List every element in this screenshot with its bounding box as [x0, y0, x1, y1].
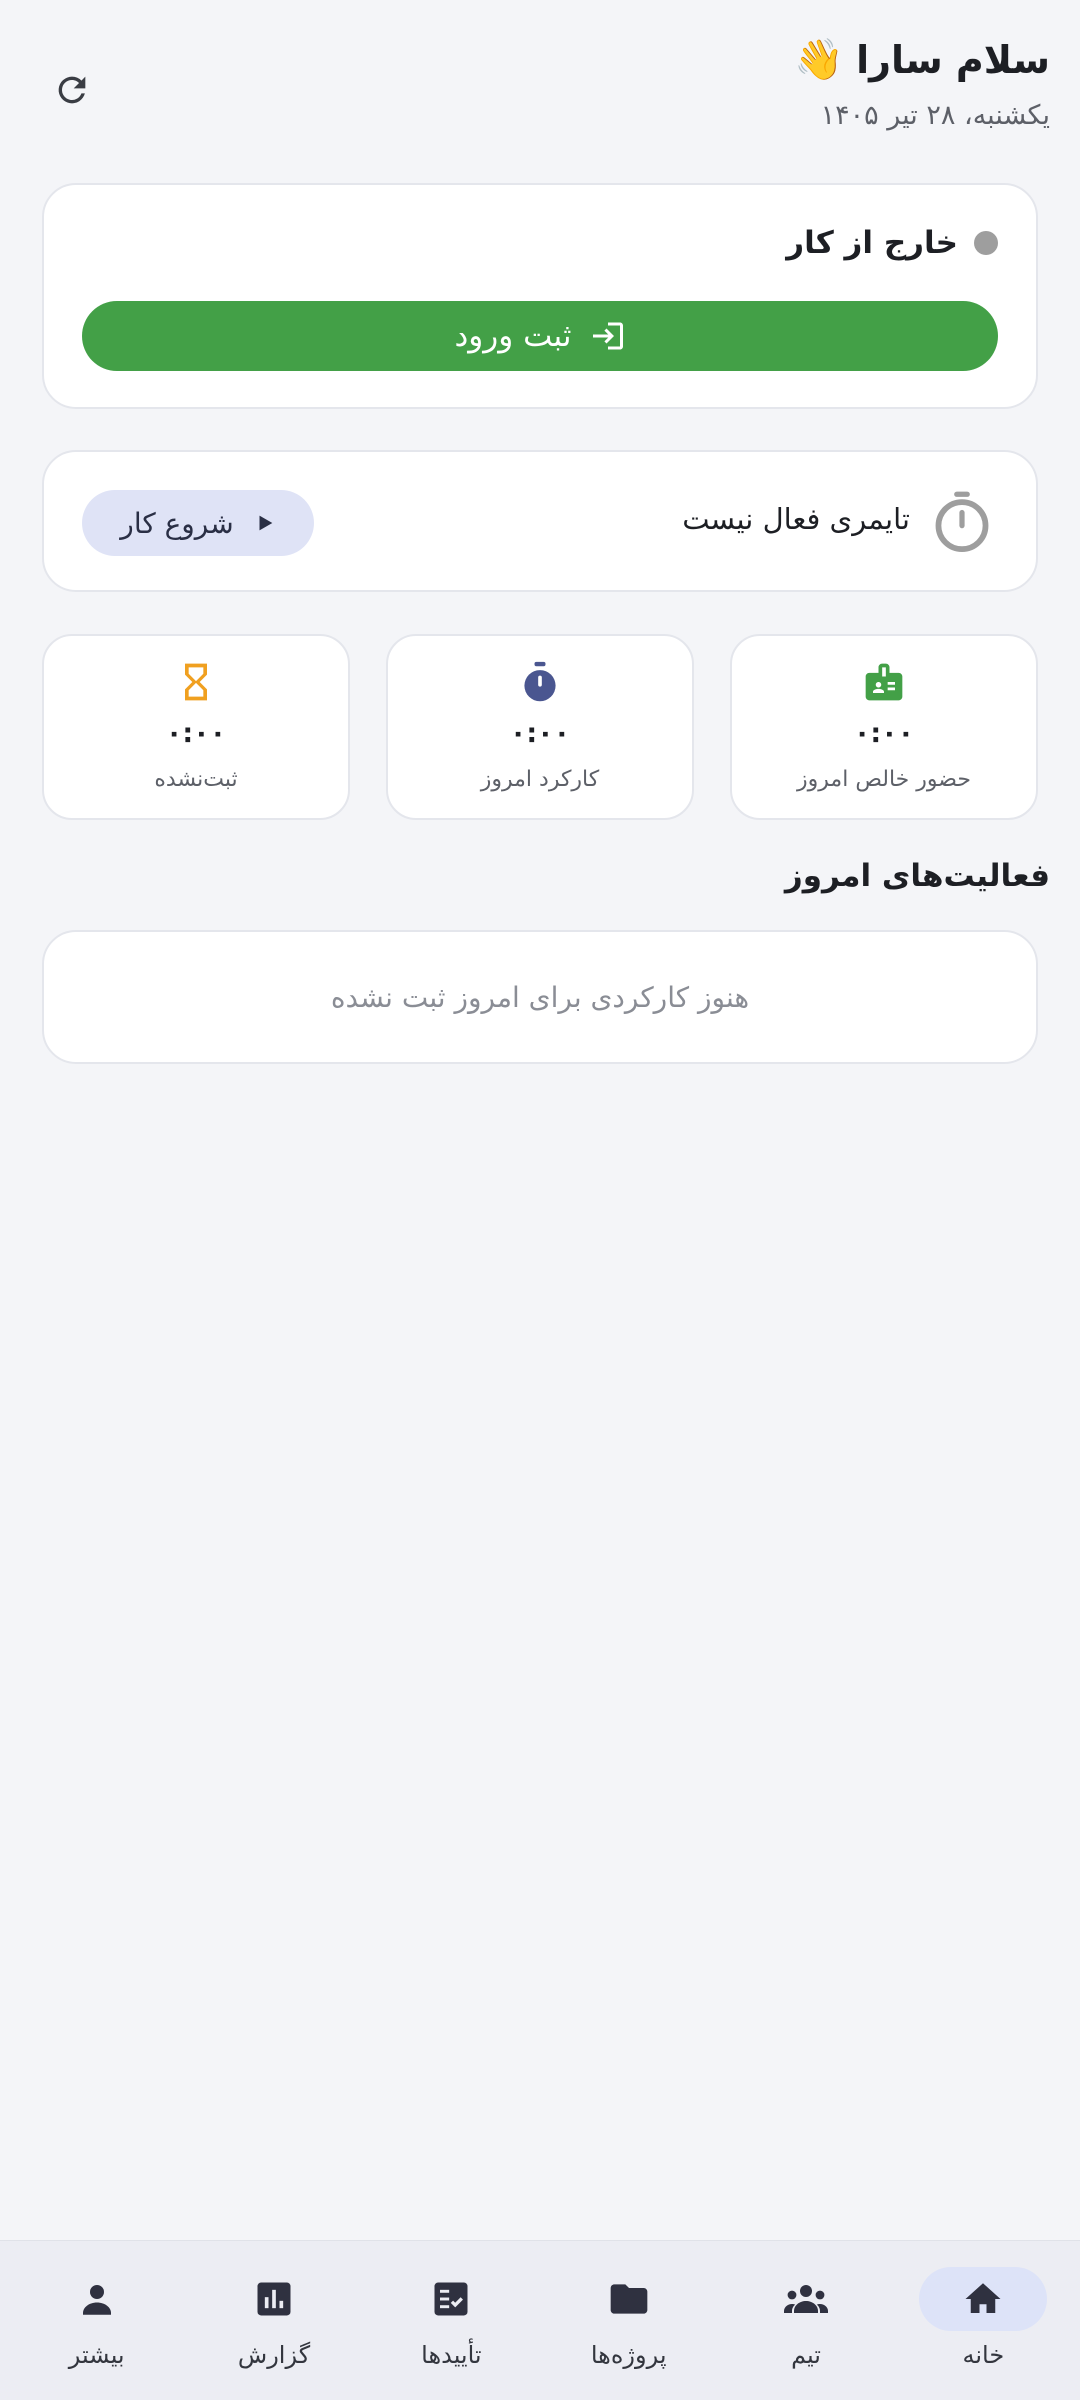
check-in-button[interactable]: ثبت ورود — [82, 301, 998, 371]
nav-label: بیشتر — [68, 2341, 125, 2369]
nav-approvals-pill — [387, 2267, 515, 2331]
empty-state-text: هنوز کارکردی برای امروز ثبت نشده — [330, 980, 750, 1014]
refresh-button[interactable] — [40, 58, 104, 122]
nav-home-pill — [919, 2267, 1048, 2331]
nav-label: تأییدها — [421, 2341, 482, 2369]
bottom-navigation: خانه تیم پروژه‌ها — [0, 2240, 1080, 2400]
stat-label: کارکرد امروز — [480, 767, 600, 792]
refresh-icon — [58, 76, 86, 104]
nav-team[interactable]: تیم — [721, 2241, 891, 2400]
nav-approvals[interactable]: تأییدها — [366, 2241, 536, 2400]
status-dot — [974, 231, 998, 255]
stopwatch-icon — [524, 661, 556, 702]
badge-icon — [865, 663, 903, 701]
status-label: خارج از کار — [786, 225, 958, 261]
stat-value: ۰:۰۰ — [165, 718, 227, 749]
report-icon — [257, 2282, 291, 2316]
greeting-text: سلام سارا — [856, 38, 1050, 82]
date-label: یکشنبه، ۲۸ تیر ۱۴۰۵ — [820, 100, 1050, 131]
stat-net-attendance: ۰:۰۰ حضور خالص امروز — [730, 634, 1038, 820]
person-icon — [82, 2285, 111, 2315]
nav-projects[interactable]: پروژه‌ها — [544, 2241, 714, 2400]
status-row: خارج از کار — [786, 225, 998, 261]
stat-label: حضور خالص امروز — [797, 767, 971, 792]
nav-projects-pill — [565, 2267, 693, 2331]
timer-icon — [935, 491, 989, 553]
login-icon — [592, 322, 623, 350]
nav-label: خانه — [962, 2341, 1005, 2369]
nav-team-pill — [742, 2267, 870, 2331]
home-screen: سلام سارا 👋 یکشنبه، ۲۸ تیر ۱۴۰۵ خارج از … — [0, 0, 1080, 2400]
nav-label: گزارش — [237, 2341, 311, 2369]
activities-title: فعالیت‌های امروز — [784, 858, 1050, 894]
stat-value: ۰:۰۰ — [853, 718, 915, 749]
nav-label: پروژه‌ها — [590, 2341, 667, 2369]
nav-report[interactable]: گزارش — [189, 2241, 359, 2400]
nav-report-pill — [210, 2267, 338, 2331]
stat-label: ثبت‌نشده — [154, 767, 238, 792]
stat-unregistered: ۰:۰۰ ثبت‌نشده — [42, 634, 350, 820]
folder-icon — [610, 2284, 648, 2314]
nav-label: تیم — [791, 2341, 821, 2369]
wave-hand-icon: 👋 — [794, 37, 845, 83]
team-icon — [784, 2285, 829, 2313]
timer-status-text: تایمری فعال نیست — [682, 502, 910, 536]
check-in-label: ثبت ورود — [454, 318, 572, 354]
attendance-status-card: خارج از کار ثبت ورود — [42, 183, 1038, 409]
nav-home[interactable]: خانه — [898, 2241, 1068, 2400]
approvals-icon — [434, 2282, 468, 2316]
play-icon — [259, 515, 273, 531]
home-icon — [965, 2283, 1001, 2313]
hourglass-icon — [185, 663, 207, 701]
start-work-label: شروع کار — [120, 506, 234, 540]
greeting: سلام سارا 👋 — [794, 38, 1050, 82]
start-work-button[interactable]: شروع کار — [82, 490, 314, 556]
stat-value: ۰:۰۰ — [509, 718, 571, 749]
header: سلام سارا 👋 یکشنبه، ۲۸ تیر ۱۴۰۵ — [0, 30, 1080, 150]
nav-more[interactable]: بیشتر — [12, 2241, 182, 2400]
stat-today-work: ۰:۰۰ کارکرد امروز — [386, 634, 694, 820]
activities-empty-card: هنوز کارکردی برای امروز ثبت نشده — [42, 930, 1038, 1064]
nav-more-pill — [33, 2267, 161, 2331]
timer-card: تایمری فعال نیست شروع کار — [42, 450, 1038, 592]
